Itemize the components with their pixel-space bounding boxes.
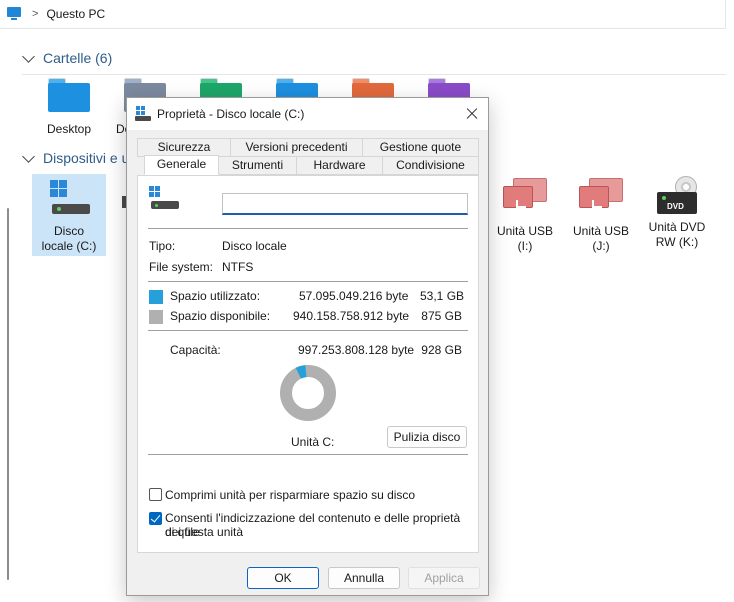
drive-usb-i[interactable]: Unità USB (I:)	[488, 174, 562, 256]
group-title: Dispositivi e u	[43, 150, 130, 166]
chevron-down-icon	[22, 149, 35, 163]
free-space-swatch	[149, 310, 163, 324]
drive-label: Unità USB	[572, 224, 630, 238]
usb-drive-icon	[501, 178, 549, 218]
ok-button[interactable]: OK	[247, 567, 319, 589]
this-pc-icon	[6, 7, 22, 21]
folder-label: Desktop	[46, 122, 92, 136]
local-disk-icon	[149, 186, 179, 212]
group-header-devices[interactable]: Dispositivi e u	[22, 149, 130, 166]
folder-icon	[48, 78, 90, 112]
cancel-button[interactable]: Annulla	[328, 567, 400, 589]
drive-label: Disco	[53, 224, 84, 238]
used-space-swatch	[149, 290, 163, 304]
tab-condivisione[interactable]: Condivisione	[382, 156, 479, 175]
tab-hardware[interactable]: Hardware	[296, 156, 383, 175]
capacity-size: 928 GB	[421, 343, 462, 357]
apply-button[interactable]: Applica	[408, 567, 480, 589]
capacity-bytes: 997.253.808.128 byte	[298, 343, 415, 357]
drive-label: Unità USB	[496, 224, 554, 238]
properties-dialog: Proprietà - Disco locale (C:) Sicurezza …	[126, 97, 489, 596]
drive-name-input[interactable]	[222, 193, 468, 215]
free-space-size: 875 GB	[421, 309, 462, 323]
filesystem-value: NTFS	[222, 260, 254, 274]
used-space-label: Spazio utilizzato:	[170, 289, 261, 303]
divider	[148, 228, 468, 229]
drive-label: (J:)	[592, 239, 610, 253]
group-header-folders[interactable]: Cartelle (6)	[22, 49, 113, 66]
tab-strumenti[interactable]: Strumenti	[218, 156, 297, 175]
address-bar[interactable]: > Questo PC	[0, 0, 734, 28]
scrollbar[interactable]	[7, 208, 9, 580]
local-disk-icon	[46, 178, 92, 218]
divider	[148, 281, 468, 282]
divider	[148, 330, 468, 331]
drive-label: RW (K:)	[655, 235, 699, 249]
drive-usb-j[interactable]: Unità USB (J:)	[564, 174, 638, 256]
tab-generale[interactable]: Generale	[144, 155, 219, 175]
used-space-size: 53,1 GB	[420, 289, 465, 303]
free-space-bytes: 940.158.758.912 byte	[293, 309, 410, 323]
dialog-title: Proprietà - Disco locale (C:)	[157, 107, 305, 121]
drive-letter-label: Unità C:	[291, 435, 335, 449]
usb-drive-icon	[577, 178, 625, 218]
drive-label: locale (C:)	[41, 239, 97, 253]
dvd-drive-icon: DVD	[653, 176, 701, 216]
free-space-ring	[280, 365, 336, 421]
dialog-titlebar[interactable]: Proprietà - Disco locale (C:)	[127, 98, 488, 130]
group-divider	[22, 74, 726, 75]
folder-desktop[interactable]: Desktop	[34, 78, 104, 136]
drive-dvd-k[interactable]: DVD Unità DVD RW (K:)	[640, 174, 714, 256]
allow-indexing-label-line2: di questa unità	[165, 525, 244, 539]
general-panel: Tipo: Disco locale File system: NTFS Spa…	[137, 175, 479, 553]
drive-label: Unità DVD	[648, 220, 706, 234]
tab-versioni-precedenti[interactable]: Versioni precedenti	[230, 138, 363, 157]
chevron-down-icon	[22, 49, 35, 63]
close-icon[interactable]	[464, 106, 480, 122]
used-space-bytes: 57.095.049.216 byte	[299, 289, 409, 303]
divider	[148, 454, 468, 455]
disk-usage-donut	[278, 363, 338, 423]
type-label: Tipo:	[149, 239, 176, 253]
drive-label: (I:)	[517, 239, 533, 253]
local-disk-icon	[135, 106, 151, 122]
tab-gestione-quote[interactable]: Gestione quote	[362, 138, 479, 157]
drive-local-c[interactable]: Disco locale (C:)	[32, 174, 106, 256]
disk-cleanup-button[interactable]: Pulizia disco	[387, 426, 467, 448]
compress-drive-checkbox[interactable]	[149, 488, 162, 501]
compress-drive-label: Comprimi unità per risparmiare spazio su…	[165, 488, 416, 502]
group-title: Cartelle (6)	[43, 50, 113, 66]
type-value: Disco locale	[222, 239, 287, 253]
capacity-label: Capacità:	[170, 343, 221, 357]
breadcrumb-chevron-icon[interactable]: >	[32, 8, 38, 20]
allow-indexing-checkbox[interactable]	[149, 512, 162, 525]
breadcrumb[interactable]: Questo PC	[46, 7, 105, 21]
free-space-label: Spazio disponibile:	[170, 309, 271, 323]
filesystem-label: File system:	[149, 260, 214, 274]
